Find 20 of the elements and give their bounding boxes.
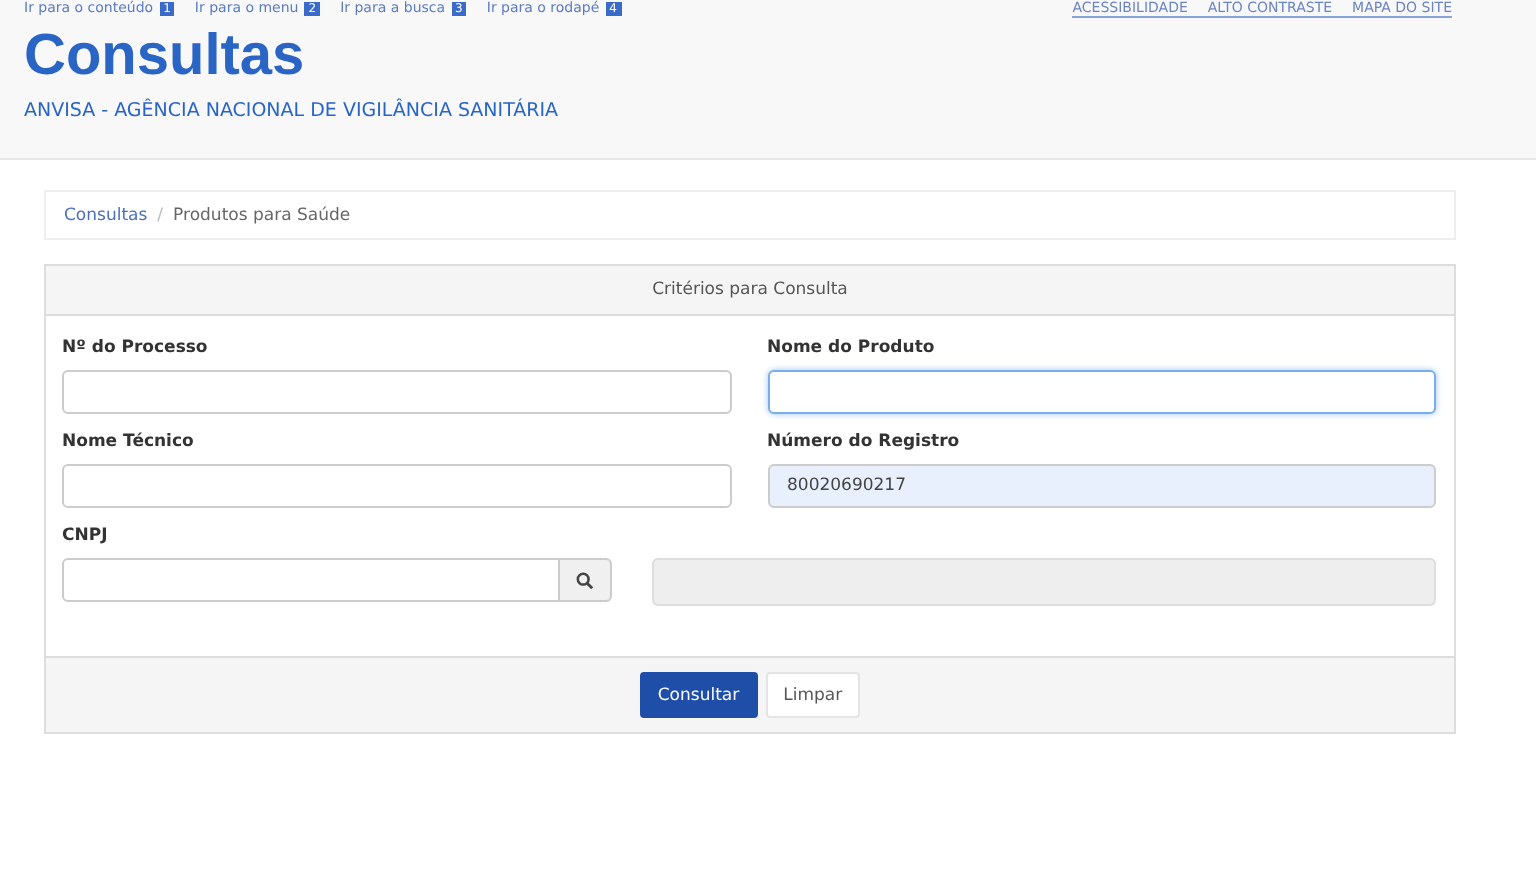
input-field[interactable] [62,464,731,508]
search-button[interactable] [559,558,611,602]
breadcrumb-current: Produtos para Saúde [173,205,351,225]
input-field[interactable]: 80020690217 [767,464,1436,508]
page-title: Consultas [24,22,307,90]
search-icon [575,571,593,589]
input-field[interactable] [62,558,559,602]
field-label: Nome Técnico [62,430,196,456]
breadcrumb-separator: / [157,205,164,225]
breadcrumb-link[interactable]: Consultas [64,205,148,225]
field-label: Nome do Produto [767,336,937,362]
field-label: Número do Registro [767,430,962,456]
field-label: CNPJ [62,524,110,550]
page-subtitle: ANVISA - AGÊNCIA NACIONAL DE VIGILÂNCIA SANITÁRIA [24,100,561,122]
field-label: Nº do Processo [62,336,210,362]
clear-button[interactable]: Limpar [765,672,861,718]
panel-title: Critérios para Consulta [46,266,1454,316]
input-field[interactable] [62,370,731,414]
submit-button[interactable]: Consultar [639,672,758,718]
input-field[interactable] [767,370,1436,414]
